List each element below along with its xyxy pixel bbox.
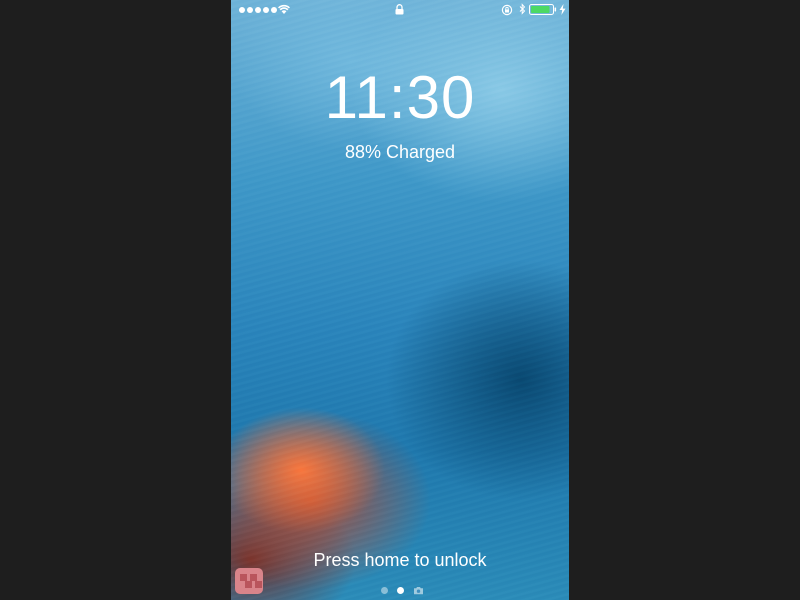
wifi-icon bbox=[278, 4, 290, 14]
page-dot-lock[interactable] bbox=[397, 587, 404, 594]
battery-icon bbox=[529, 4, 557, 15]
page-indicator bbox=[381, 586, 424, 595]
signal-strength-icon bbox=[239, 7, 277, 13]
bluetooth-icon bbox=[519, 3, 526, 15]
lock-icon bbox=[395, 4, 404, 15]
charge-status: 88% Charged bbox=[344, 142, 456, 162]
screen-background: 11:30 88% Charged Press home to unlock bbox=[0, 0, 800, 600]
unlock-hint: Press home to unlock bbox=[313, 550, 487, 570]
status-bar bbox=[231, 0, 569, 20]
lock-screen[interactable]: 11:30 88% Charged Press home to unlock bbox=[231, 0, 569, 600]
camera-icon[interactable] bbox=[413, 586, 424, 595]
page-dot-search[interactable] bbox=[381, 587, 388, 594]
charging-icon bbox=[559, 4, 566, 15]
notification-thumbnail[interactable] bbox=[235, 568, 263, 594]
rotation-lock-icon bbox=[501, 4, 513, 16]
lock-screen-time: 11:30 bbox=[324, 64, 476, 131]
